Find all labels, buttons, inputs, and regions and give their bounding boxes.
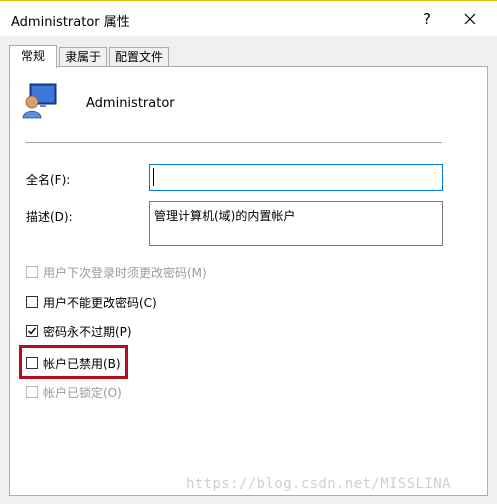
tab-general-label: 常规	[20, 49, 45, 63]
text-caret	[153, 168, 154, 186]
general-tab-panel	[9, 66, 488, 496]
checkbox[interactable]	[26, 325, 38, 337]
description-label: 描述(D):	[26, 210, 73, 224]
option-must-change-password[interactable]: 用户下次登录时须更改密码(M)	[26, 263, 207, 281]
option-cannot-change-password[interactable]: 用户不能更改密码(C)	[26, 293, 157, 311]
option-password-never-expires[interactable]: 密码永不过期(P)	[26, 322, 132, 340]
checkbox[interactable]	[26, 296, 38, 308]
tab-general[interactable]: 常规	[9, 45, 57, 68]
option-account-locked[interactable]: 帐户已锁定(O)	[26, 383, 122, 401]
fullname-input[interactable]	[149, 164, 443, 191]
user-name: Administrator	[86, 96, 175, 111]
checkbox[interactable]	[26, 386, 38, 398]
tab-profile[interactable]: 配置文件	[109, 47, 169, 66]
tab-member-of-label: 隶属于	[64, 50, 101, 64]
fullname-label: 全名(F):	[26, 173, 71, 187]
checkmark-icon	[28, 327, 36, 335]
close-icon	[464, 13, 476, 25]
tab-profile-label: 配置文件	[114, 50, 163, 64]
description-input[interactable]: 管理计算机(域)的内置帐户	[149, 201, 443, 246]
separator	[26, 142, 442, 143]
window-title: Administrator 属性	[11, 15, 130, 30]
option-label: 用户下次登录时须更改密码(M)	[43, 265, 207, 280]
help-button[interactable]: ?	[412, 3, 442, 35]
checkbox[interactable]	[26, 266, 38, 278]
option-label: 帐户已锁定(O)	[43, 385, 122, 400]
watermark-text: https://blog.csdn.net/MISSLINA	[186, 476, 451, 492]
option-label: 密码永不过期(P)	[43, 324, 132, 339]
tab-member-of[interactable]: 隶属于	[59, 47, 107, 66]
option-label: 用户不能更改密码(C)	[43, 295, 157, 310]
title-bar: Administrator 属性 ?	[0, 1, 497, 36]
highlight-annotation-box	[19, 345, 128, 379]
user-account-icon	[22, 83, 57, 119]
close-button[interactable]	[455, 3, 485, 35]
help-icon: ?	[423, 10, 431, 28]
